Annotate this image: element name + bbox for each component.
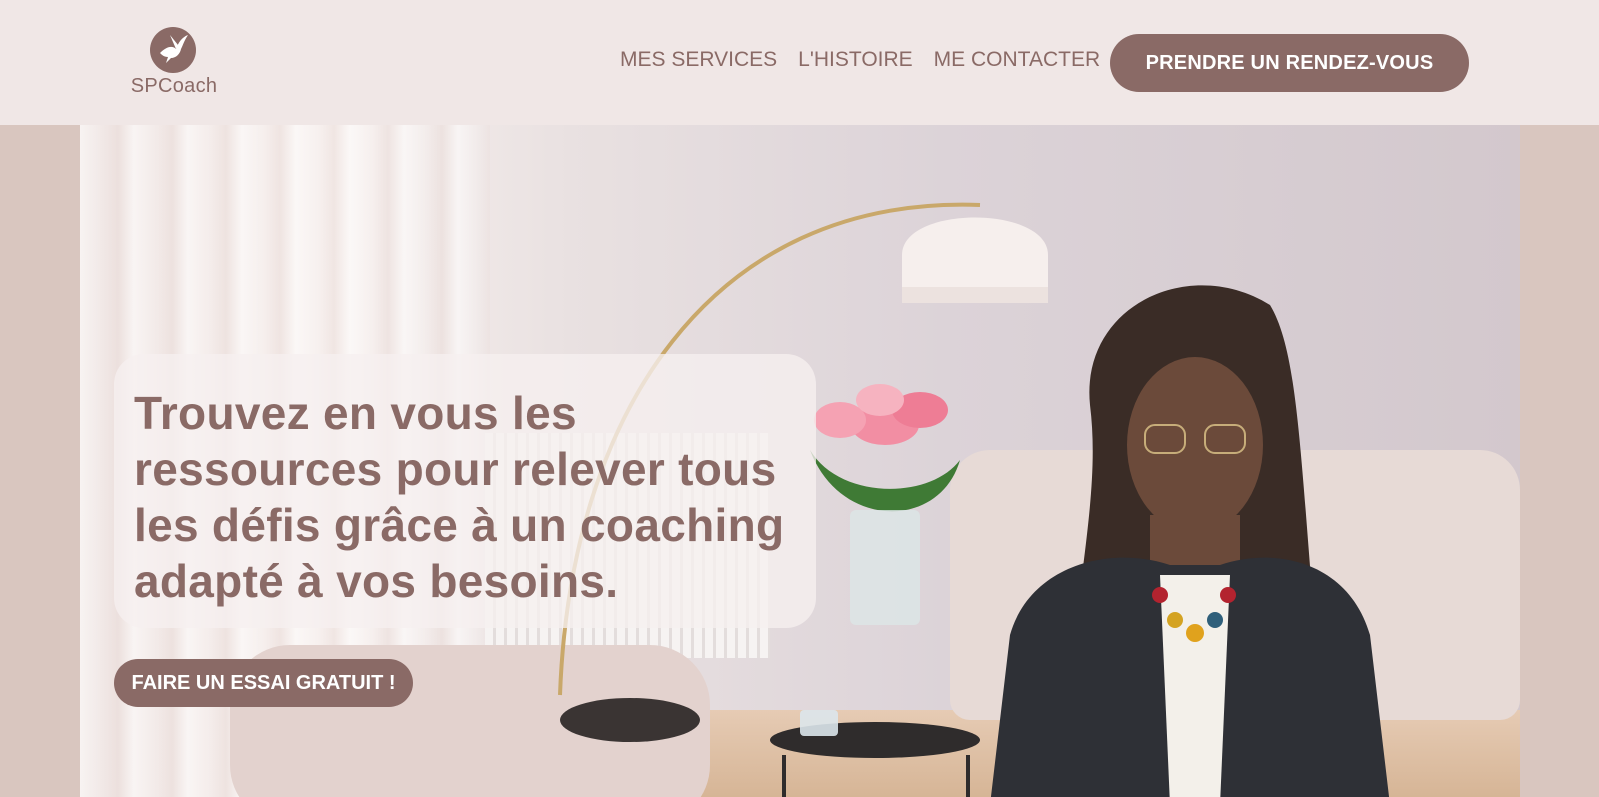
site-header: SPCoach MES SERVICES L'HISTOIRE ME CONTA…	[0, 0, 1599, 125]
brand-logo[interactable]: SPCoach	[128, 27, 220, 99]
free-trial-button[interactable]: FAIRE UN ESSAI GRATUIT !	[114, 659, 413, 707]
hummingbird-icon	[150, 27, 196, 73]
nav-histoire[interactable]: L'HISTOIRE	[798, 48, 913, 78]
headline-period: .	[605, 555, 619, 607]
nav-services[interactable]: MES SERVICES	[620, 48, 777, 78]
hero-headline: Trouvez en vous les ressources pour rele…	[134, 385, 794, 609]
book-appointment-button[interactable]: PRENDRE UN RENDEZ-VOUS	[1110, 34, 1469, 92]
headline-emphasis-besoins: vos besoins	[336, 555, 606, 607]
headline-text-connector: à	[284, 555, 337, 607]
main-nav: MES SERVICES L'HISTOIRE ME CONTACTER	[620, 48, 1121, 78]
nav-contact[interactable]: ME CONTACTER	[934, 48, 1100, 78]
brand-name: SPCoach	[130, 75, 218, 97]
coach-portrait	[990, 285, 1390, 797]
